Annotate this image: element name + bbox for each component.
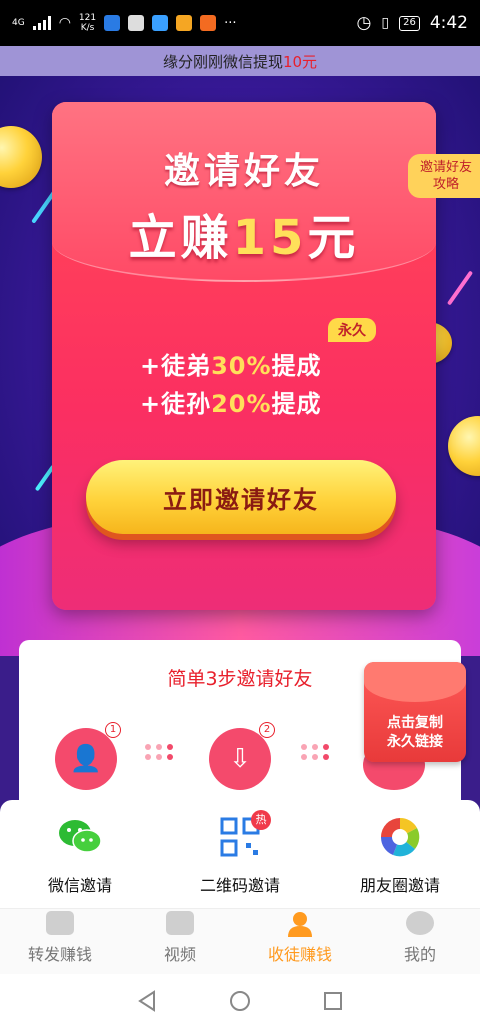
signal-icon <box>32 16 51 30</box>
article-icon <box>46 911 74 935</box>
hot-badge: 热 <box>251 810 271 830</box>
back-icon[interactable] <box>136 989 158 1012</box>
app-notification-icon <box>152 15 169 31</box>
rate-percent: 20% <box>211 390 272 418</box>
decor-streak <box>446 270 474 306</box>
forever-badge: 永久 <box>328 318 376 342</box>
tab-label: 转发赚钱 <box>27 945 92 964</box>
copy-link-button[interactable]: 点击复制 永久链接 <box>364 662 466 762</box>
step-number: 2 <box>259 722 275 738</box>
video-icon <box>166 911 194 935</box>
app-notification-icon <box>104 15 121 31</box>
recents-icon[interactable] <box>322 990 344 1012</box>
apprentice-icon <box>286 911 314 937</box>
vibrate-icon: ▯ <box>381 15 390 31</box>
clock: 4:42 <box>429 13 468 33</box>
tab-label: 视频 <box>163 945 196 964</box>
wechat-icon <box>57 814 103 860</box>
invite-now-button[interactable]: 立即邀请好友 <box>86 460 396 534</box>
coin-icon <box>448 416 480 476</box>
wifi-icon: ◠ <box>58 15 71 31</box>
battery-icon: 26 <box>399 15 420 31</box>
add-user-icon: 👤 <box>69 744 103 774</box>
share-sheet: 微信邀请 热 二维码邀请 朋友圈邀请 <box>0 800 480 908</box>
withdraw-ticker: 缘分刚刚微信提现 10元 <box>0 46 480 76</box>
rate-suffix: 提成 <box>271 352 322 380</box>
app-notification-icon <box>200 15 217 31</box>
step-download: ⇩ 2 <box>209 722 275 790</box>
step-number: 1 <box>105 722 121 738</box>
rate-suffix: 提成 <box>271 390 322 418</box>
more-notifications-icon: ··· <box>224 15 237 31</box>
hero-banner: 邀请好友 立赚15元 永久 +徒弟30%提成 +徒孙20%提成 立即邀请好友 邀… <box>0 76 480 656</box>
coin-icon <box>0 126 42 188</box>
step-connector <box>301 744 329 760</box>
guide-label: 邀请好友攻略 <box>419 160 472 192</box>
step-connector <box>145 744 173 760</box>
bottom-tab-bar: 转发赚钱 视频 收徒赚钱 我的 <box>0 908 480 974</box>
wechat-notification-icon <box>128 15 145 31</box>
tab-label: 收徒赚钱 <box>267 945 332 964</box>
tab-share-earn[interactable]: 转发赚钱 <box>0 909 120 974</box>
rate-percent: 30% <box>211 352 272 380</box>
status-bar: 4G ◠ 121 K/s ··· ◷ ▯ 26 4:42 <box>0 0 480 46</box>
tab-label: 我的 <box>403 945 436 964</box>
share-wechat-button[interactable]: 微信邀请 <box>0 800 160 908</box>
grand-apprentice-rate: +徒孙20%提成 <box>140 384 322 419</box>
tab-mine[interactable]: 我的 <box>360 909 480 974</box>
profile-icon <box>406 911 434 935</box>
share-moments-button[interactable]: 朋友圈邀请 <box>320 800 480 908</box>
app-root: 4G ◠ 121 K/s ··· ◷ ▯ 26 4:42 缘分刚刚微信提现 10元 <box>0 0 480 1027</box>
cloud-download-icon: ⇩ <box>229 744 251 774</box>
earn-prefix: 立赚 <box>128 210 233 266</box>
moments-icon <box>377 814 423 860</box>
signal-type: 4G <box>12 17 25 28</box>
net-speed: 121 K/s <box>78 13 97 33</box>
rate-label: +徒弟 <box>140 352 212 380</box>
share-label: 微信邀请 <box>47 876 112 895</box>
earn-suffix: 元 <box>307 210 360 266</box>
invite-title: 邀请好友 <box>163 151 324 192</box>
system-nav-bar <box>0 974 480 1027</box>
earn-headline: 立赚15元 <box>52 198 436 268</box>
step-add-friend: 👤 1 <box>55 722 121 790</box>
apprentice-rate: +徒弟30%提成 <box>140 346 322 381</box>
share-label: 二维码邀请 <box>199 876 280 895</box>
ticker-amount: 10元 <box>282 52 318 71</box>
share-qrcode-button[interactable]: 热 二维码邀请 <box>160 800 320 908</box>
earn-amount: 15 <box>232 210 308 266</box>
share-label: 朋友圈邀请 <box>359 876 440 895</box>
app-notification-icon <box>176 15 193 31</box>
rate-label: +徒孙 <box>140 390 212 418</box>
tab-video[interactable]: 视频 <box>120 909 240 974</box>
invite-guide-button[interactable]: 邀请好友攻略 <box>408 154 480 198</box>
qrcode-icon: 热 <box>217 810 271 860</box>
ticker-text: 缘分刚刚微信提现 <box>162 52 283 71</box>
home-icon[interactable] <box>229 990 251 1012</box>
invite-card: 邀请好友 立赚15元 永久 +徒弟30%提成 +徒孙20%提成 立即邀请好友 <box>52 102 436 610</box>
tab-apprentice-earn[interactable]: 收徒赚钱 <box>240 909 360 974</box>
alarm-icon: ◷ <box>356 13 372 33</box>
